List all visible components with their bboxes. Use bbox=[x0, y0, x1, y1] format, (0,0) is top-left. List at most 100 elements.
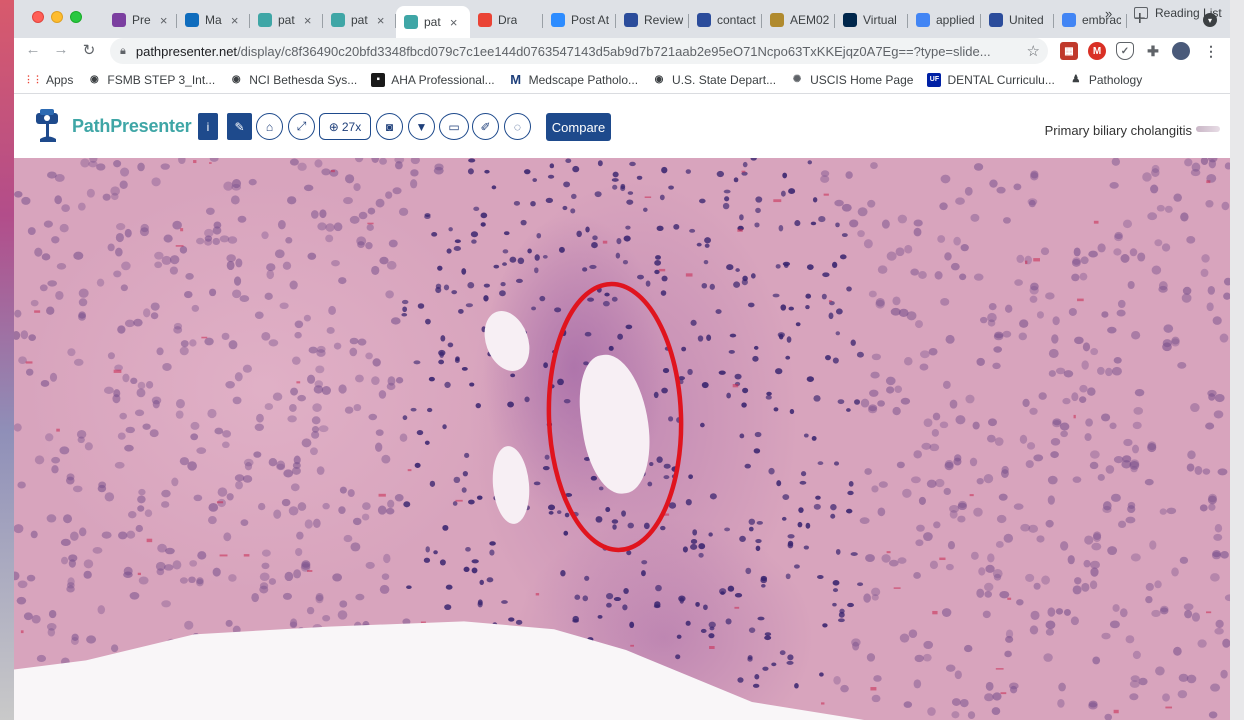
lock-icon[interactable]: 🔒︎ bbox=[120, 45, 126, 58]
close-tab-icon[interactable]: × bbox=[301, 13, 315, 28]
tab-title: Pre bbox=[132, 13, 151, 27]
close-tab-icon[interactable]: × bbox=[374, 13, 388, 28]
bookmark-item[interactable]: ◉ U.S. State Depart... bbox=[652, 73, 776, 87]
slide-thumbnail[interactable] bbox=[1196, 126, 1220, 132]
shield-icon[interactable]: ✓ bbox=[1116, 42, 1134, 60]
url-host: pathpresenter.net bbox=[135, 43, 238, 59]
presentation-icon bbox=[112, 13, 126, 27]
tab-title: Virtual bbox=[863, 13, 897, 27]
pathpresenter-icon bbox=[258, 13, 272, 27]
document-icon bbox=[989, 13, 1003, 27]
rotate-button[interactable]: ◌ bbox=[504, 113, 531, 140]
bookmark-item[interactable]: ✺ USCIS Home Page bbox=[790, 72, 914, 87]
folder-icon bbox=[770, 13, 784, 27]
profile-avatar[interactable] bbox=[1172, 42, 1190, 60]
apps-grid-icon: ⋮⋮ bbox=[24, 74, 42, 84]
tab-10[interactable]: Virtual bbox=[835, 6, 908, 34]
tab-13[interactable]: embrac bbox=[1054, 6, 1127, 34]
filter-button[interactable]: ▼ bbox=[408, 113, 435, 140]
tab-title: Post At bbox=[571, 13, 610, 27]
tab-title: contact bbox=[717, 13, 756, 27]
tab-title: pat bbox=[424, 15, 441, 29]
pencil-draw-button[interactable]: ✐ bbox=[472, 113, 499, 140]
bookmark-label: Medscape Patholo... bbox=[528, 72, 639, 87]
tab-1[interactable]: Ma × bbox=[177, 6, 250, 34]
tab-8[interactable]: contact bbox=[689, 6, 762, 34]
tab-title: Review bbox=[644, 13, 683, 27]
monitor-button[interactable]: ▭ bbox=[439, 113, 469, 140]
bookmark-item[interactable]: ▪ AHA Professional... bbox=[371, 72, 495, 87]
compare-button[interactable]: Compare bbox=[546, 113, 611, 141]
globe-icon: ◉ bbox=[89, 74, 99, 85]
bookmarks-bar: ⋮⋮ Apps ◉ FSMB STEP 3_Int... ◉ NCI Bethesda S… bbox=[14, 66, 1230, 94]
bookmark-item[interactable]: ◉ NCI Bethesda Sys... bbox=[229, 73, 357, 87]
info-button[interactable]: i bbox=[198, 113, 218, 140]
microscope-logo-icon bbox=[36, 109, 58, 142]
bookmark-label: FSMB STEP 3_Int... bbox=[107, 72, 216, 87]
zoom-level-label: 27x bbox=[341, 119, 362, 134]
medscape-icon: M bbox=[510, 72, 522, 87]
forward-arrow-icon[interactable]: → bbox=[50, 41, 72, 58]
tab-4[interactable]: pat × bbox=[396, 6, 470, 38]
tab-2[interactable]: pat × bbox=[250, 6, 323, 34]
extension-red-icon[interactable]: ▦ bbox=[1060, 42, 1078, 60]
slide-viewer-canvas[interactable] bbox=[14, 158, 1230, 720]
tab-7[interactable]: Review bbox=[616, 6, 689, 34]
pathpresenter-logo[interactable]: PathPresenter bbox=[32, 107, 192, 145]
tab-12[interactable]: United bbox=[981, 6, 1054, 34]
bookmark-item[interactable]: ⋮⋮ Apps bbox=[24, 72, 74, 87]
tab-6[interactable]: Post At bbox=[543, 6, 616, 34]
gmail-icon bbox=[478, 13, 492, 27]
desktop-background-right bbox=[1230, 0, 1244, 720]
pathpresenter-icon bbox=[404, 15, 418, 29]
annotation-ellipse[interactable] bbox=[14, 158, 1230, 720]
bookmark-item[interactable]: ◉ FSMB STEP 3_Int... bbox=[87, 73, 215, 87]
zoom-magnifier-icon: ⊕ bbox=[328, 119, 339, 134]
document-icon bbox=[697, 13, 711, 27]
close-window-button[interactable] bbox=[32, 11, 44, 23]
browser-menu-icon[interactable]: ⋮ bbox=[1202, 42, 1220, 60]
bookmark-item[interactable]: ♟ Pathology bbox=[1069, 73, 1142, 87]
logo-text: PathPresenter bbox=[72, 115, 192, 136]
url-path: /display/c8f36490c20bfd3348fbcd079c7c1ee… bbox=[237, 43, 991, 59]
close-tab-icon[interactable]: × bbox=[228, 13, 242, 28]
back-arrow-icon[interactable]: ← bbox=[22, 41, 44, 58]
tab-title: Ma bbox=[205, 13, 222, 27]
maximize-window-button[interactable] bbox=[70, 11, 82, 23]
extensions-puzzle-icon[interactable]: ✚ bbox=[1144, 42, 1162, 60]
home-button[interactable]: ⌂ bbox=[256, 113, 283, 140]
minimize-window-button[interactable] bbox=[51, 11, 63, 23]
tab-5[interactable]: Dra bbox=[470, 6, 543, 34]
tab-11[interactable]: applied bbox=[908, 6, 981, 34]
fullscreen-button[interactable]: ⤢ bbox=[288, 113, 315, 140]
tab-9[interactable]: AEM02 bbox=[762, 6, 835, 34]
bookmark-item[interactable]: M Medscape Patholo... bbox=[509, 72, 639, 87]
person-icon: ♟ bbox=[1071, 74, 1081, 85]
app-header: PathPresenter i ✎ ⌂ ⤢ ⊕ 27x ◙ ▼ ▭ ✐ ◌ Co… bbox=[14, 95, 1230, 158]
zoom-level-button[interactable]: ⊕ 27x bbox=[319, 113, 371, 140]
bookmark-label: NCI Bethesda Sys... bbox=[249, 72, 358, 87]
address-bar[interactable]: 🔒︎ pathpresenter.net/display/c8f36490c20… bbox=[110, 38, 1048, 64]
bookmark-label: USCIS Home Page bbox=[810, 72, 914, 87]
close-tab-icon[interactable]: × bbox=[447, 15, 461, 30]
slide-title: Primary biliary cholangitis bbox=[1044, 123, 1192, 138]
tab-0[interactable]: Pre × bbox=[104, 6, 177, 34]
browser-window: Pre × Ma × pat × pat × pat × Dra Post At Review conta… bbox=[14, 0, 1230, 720]
bookmark-star-icon[interactable]: ☆ bbox=[1027, 42, 1040, 60]
google-icon bbox=[916, 13, 930, 27]
tab-3[interactable]: pat × bbox=[323, 6, 396, 34]
camera-snapshot-button[interactable]: ◙ bbox=[376, 113, 403, 140]
extension-m-icon[interactable]: M bbox=[1088, 42, 1106, 60]
aha-icon: ▪ bbox=[371, 72, 386, 87]
tab-title: AEM02 bbox=[790, 13, 829, 27]
tab-title: pat bbox=[278, 13, 295, 27]
bookmark-label: U.S. State Depart... bbox=[672, 72, 777, 87]
outlook-icon bbox=[185, 13, 199, 27]
reading-list-button[interactable]: Reading List bbox=[1134, 6, 1222, 20]
close-tab-icon[interactable]: × bbox=[157, 13, 171, 28]
annotation-pin-button[interactable]: ✎ bbox=[227, 113, 252, 140]
reload-icon[interactable]: ↻ bbox=[78, 41, 100, 59]
bookmark-item[interactable]: UF DENTAL Curriculu... bbox=[927, 72, 1055, 87]
bookmarks-overflow-button[interactable]: » bbox=[1105, 6, 1112, 21]
bookmark-label: Apps bbox=[46, 72, 74, 87]
